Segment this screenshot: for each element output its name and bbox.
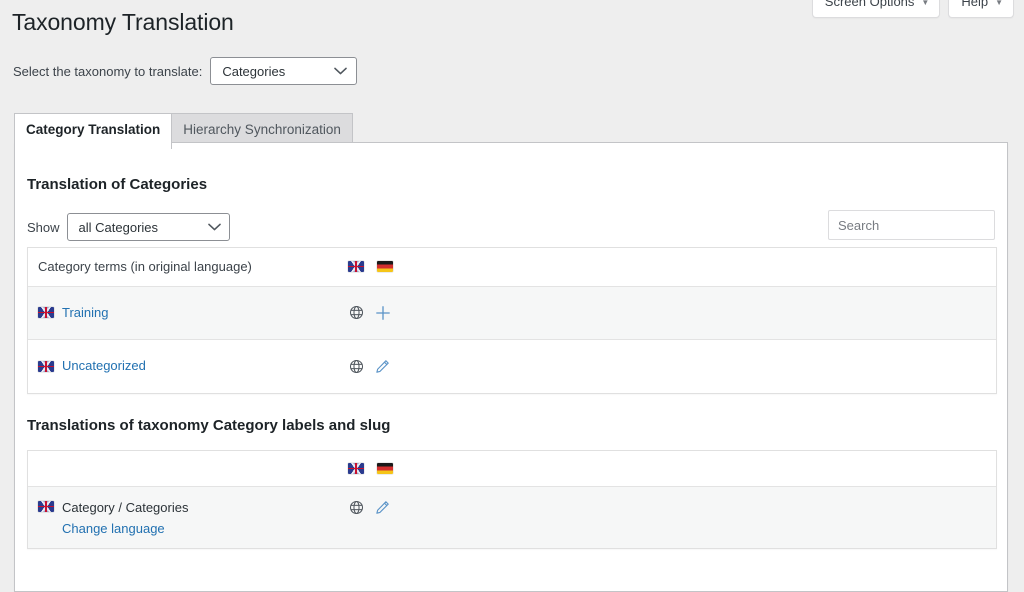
chevron-down-icon bbox=[207, 223, 221, 231]
taxonomy-selector-row: Select the taxonomy to translate: Catego… bbox=[13, 57, 358, 85]
labels-section-heading: Translations of taxonomy Category labels… bbox=[27, 417, 391, 434]
term-link-uncategorized[interactable]: Uncategorized bbox=[62, 356, 146, 376]
show-filter-value: all Categories bbox=[78, 219, 159, 235]
main-panel: Translation of Categories Show all Categ… bbox=[14, 142, 1008, 592]
show-filter-label: Show bbox=[27, 219, 60, 235]
flag-gb-icon bbox=[38, 501, 54, 512]
screen-options-label: Screen Options bbox=[824, 0, 915, 9]
term-link-training[interactable]: Training bbox=[62, 303, 108, 323]
table-header-label-cell: Category terms (in original language) bbox=[28, 248, 348, 286]
help-label: Help bbox=[961, 0, 989, 9]
term-actions-cell bbox=[348, 349, 408, 384]
add-icon[interactable] bbox=[374, 304, 391, 321]
tab-category-translation-label: Category Translation bbox=[26, 122, 161, 137]
change-language-link[interactable]: Change language bbox=[62, 519, 188, 540]
globe-icon[interactable] bbox=[348, 304, 365, 321]
globe-icon[interactable] bbox=[348, 499, 365, 516]
flag-gb-icon bbox=[38, 360, 54, 372]
translation-section-heading: Translation of Categories bbox=[27, 176, 208, 193]
flag-gb-icon bbox=[348, 463, 364, 474]
table-row: Category / Categories Change language bbox=[28, 487, 996, 549]
label-name-cell: Category / Categories Change language bbox=[28, 487, 348, 548]
term-actions-cell bbox=[348, 295, 408, 330]
show-filter-select[interactable]: all Categories bbox=[66, 213, 230, 241]
search-input[interactable] bbox=[828, 210, 995, 240]
chevron-down-icon bbox=[334, 67, 348, 75]
flag-de-icon bbox=[377, 261, 393, 273]
caret-down-icon: ▼ bbox=[921, 0, 930, 8]
labels-table-header-row bbox=[28, 451, 996, 487]
table-row: Uncategorized bbox=[28, 340, 996, 393]
flag-de-icon bbox=[377, 463, 393, 474]
table-header-flags-cell bbox=[348, 252, 408, 281]
labels-header-flags-cell bbox=[348, 454, 408, 483]
flag-gb-icon bbox=[348, 261, 364, 273]
screen-meta-buttons: Screen Options ▼ Help ▼ bbox=[811, 0, 1014, 19]
globe-icon[interactable] bbox=[348, 358, 365, 375]
edit-icon[interactable] bbox=[374, 499, 391, 516]
label-actions-cell bbox=[348, 487, 408, 525]
taxonomy-label-text: Category / Categories bbox=[62, 500, 189, 515]
page-title: Taxonomy Translation bbox=[12, 9, 234, 35]
screen-options-button[interactable]: Screen Options ▼ bbox=[811, 0, 941, 19]
category-terms-table: Category terms (in original language) Tr… bbox=[27, 247, 997, 394]
table-header-row: Category terms (in original language) bbox=[28, 248, 996, 287]
tab-hierarchy-synchronization-label: Hierarchy Synchronization bbox=[183, 122, 341, 137]
table-row: Training bbox=[28, 286, 996, 340]
labels-header-label-cell bbox=[28, 460, 348, 478]
caret-down-icon: ▼ bbox=[995, 0, 1003, 8]
table-header-label: Category terms (in original language) bbox=[38, 259, 252, 274]
flag-gb-icon bbox=[38, 307, 54, 318]
taxonomy-labels-table: Category / Categories Change language bbox=[27, 450, 997, 550]
tab-category-translation[interactable]: Category Translation bbox=[14, 113, 173, 149]
show-filter-group: Show all Categories bbox=[27, 213, 230, 241]
edit-icon[interactable] bbox=[374, 358, 391, 375]
term-name-cell: Training bbox=[28, 294, 348, 332]
help-button[interactable]: Help ▼ bbox=[948, 0, 1014, 19]
taxonomy-selector-label: Select the taxonomy to translate: bbox=[13, 63, 203, 79]
taxonomy-select-value: Categories bbox=[222, 63, 286, 79]
term-name-cell: Uncategorized bbox=[28, 347, 348, 385]
filter-row: Show all Categories bbox=[27, 210, 995, 241]
taxonomy-select[interactable]: Categories bbox=[210, 57, 358, 85]
